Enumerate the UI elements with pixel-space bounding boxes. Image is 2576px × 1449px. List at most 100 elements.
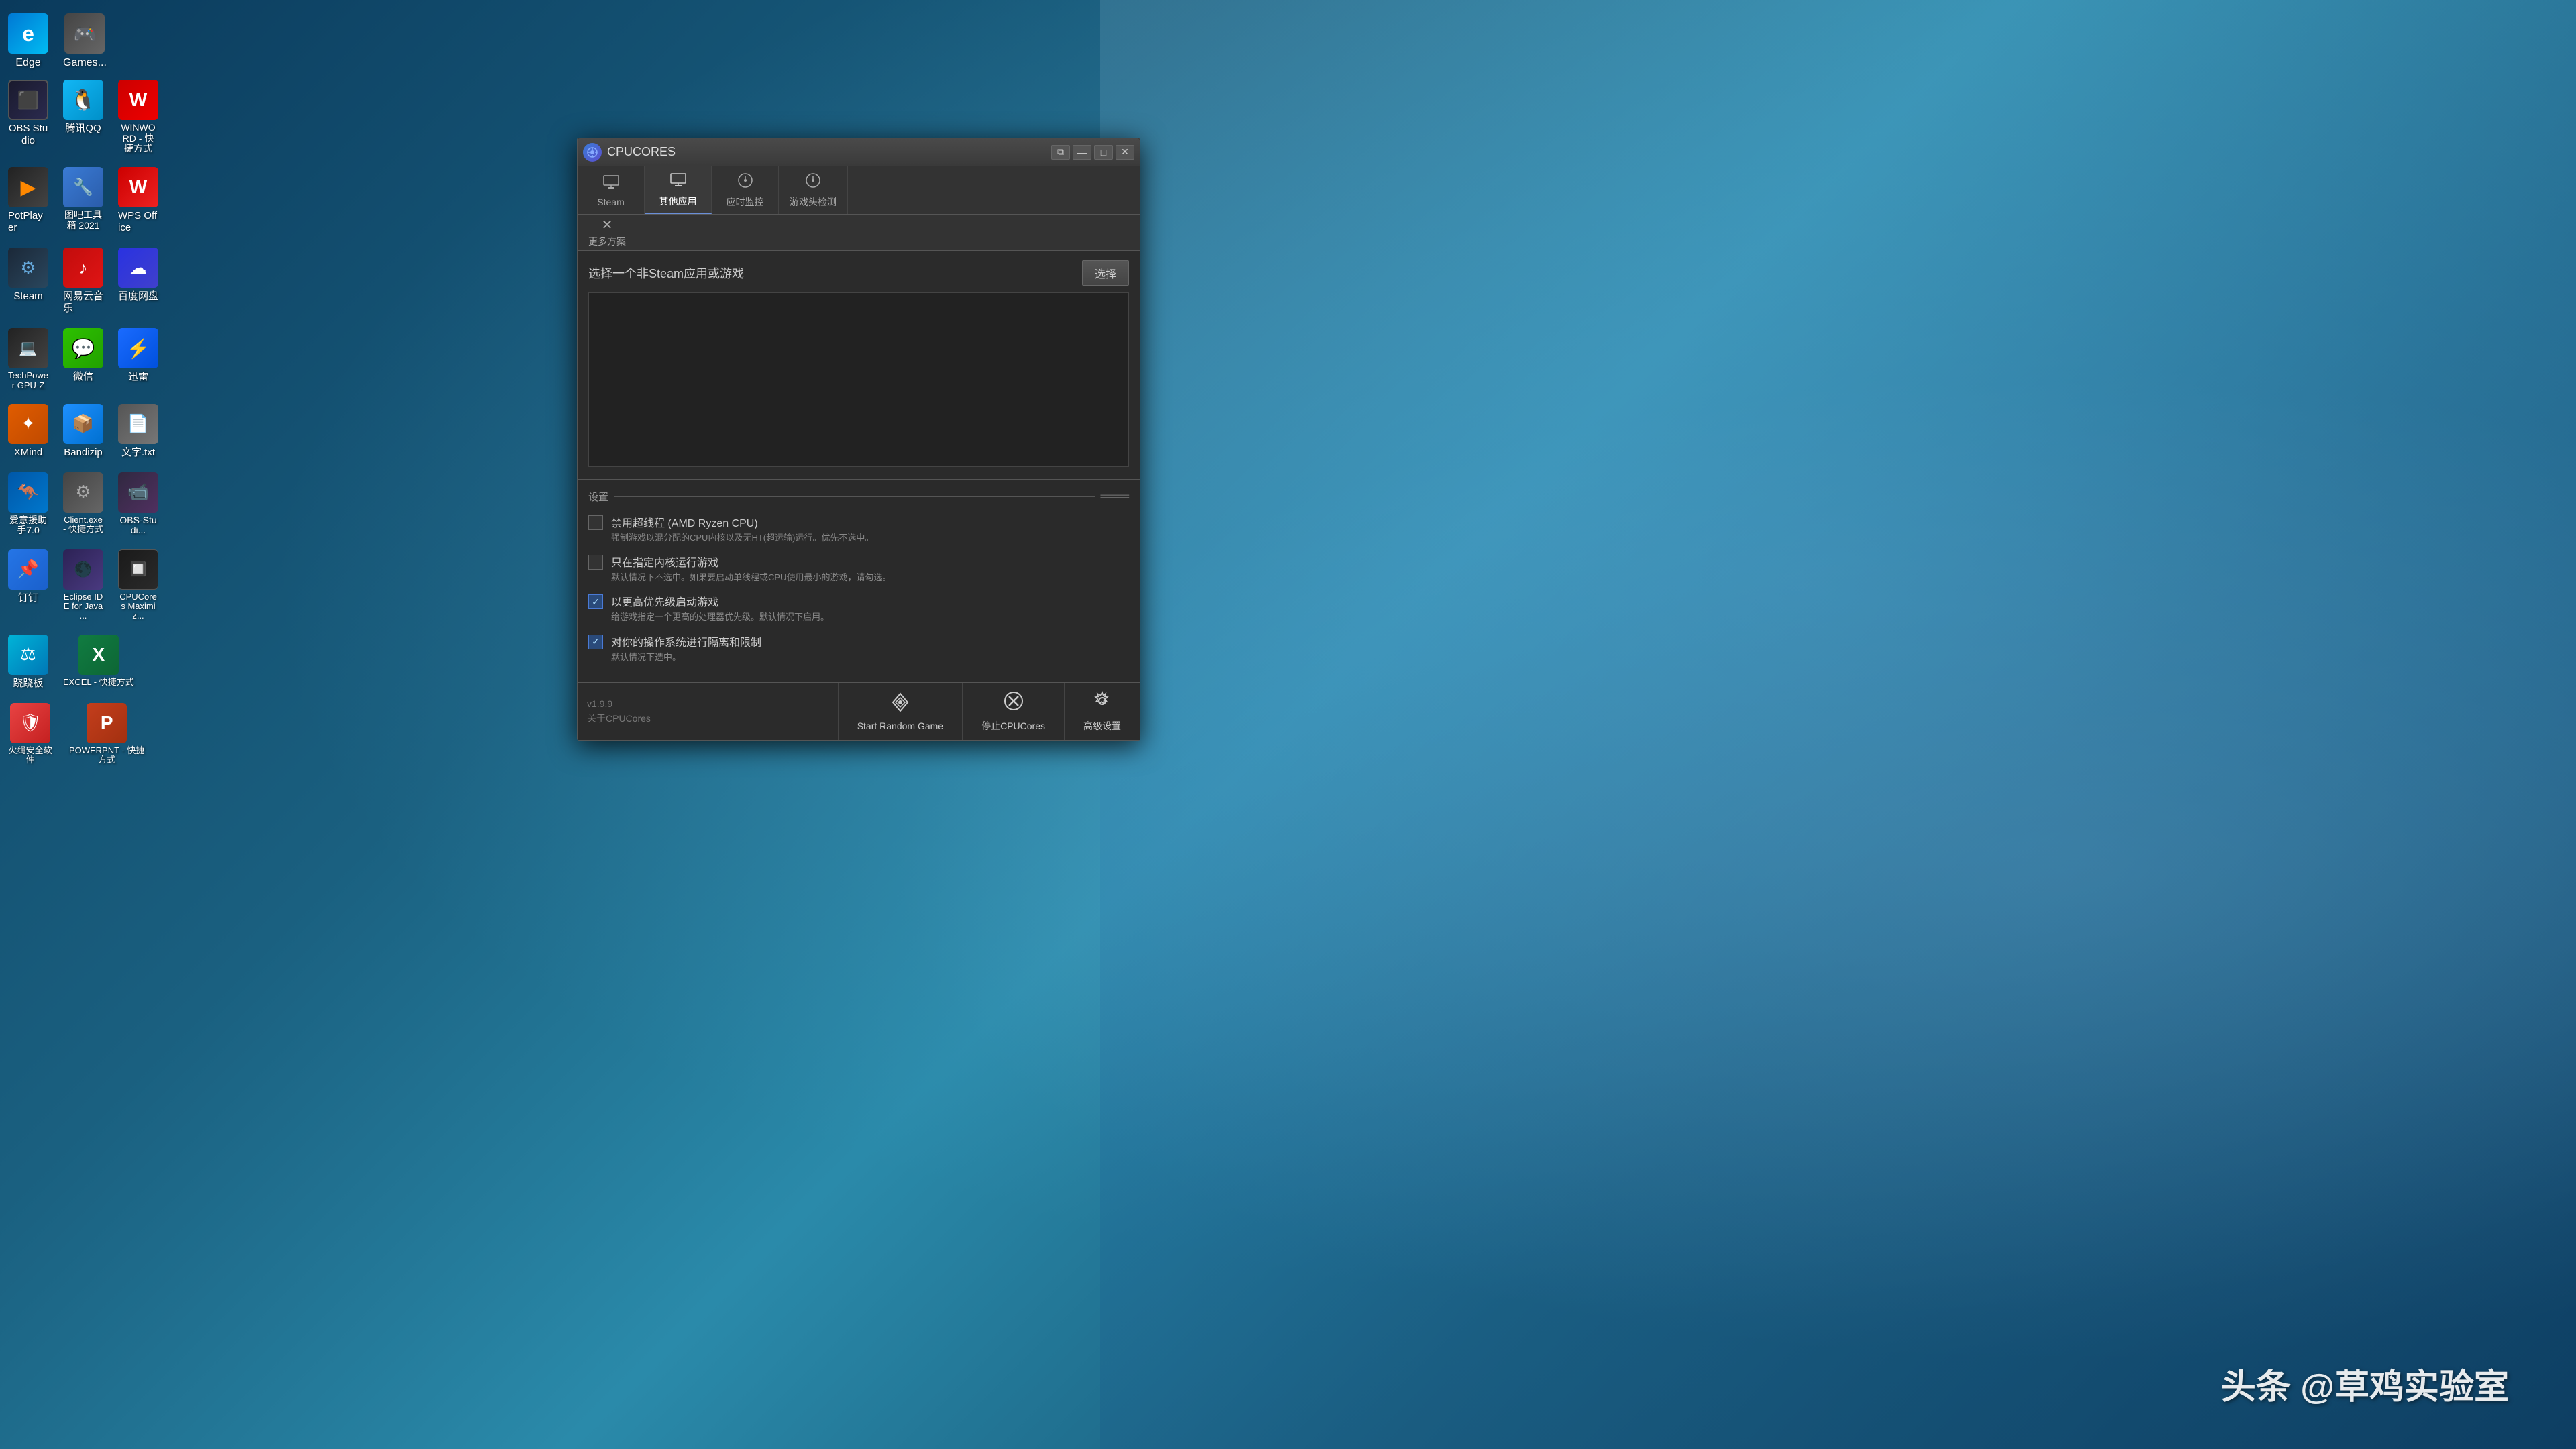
- desktop-icon-obs2[interactable]: 📹 OBS-Studi...: [114, 468, 162, 540]
- tab-other-apps[interactable]: 其他应用: [645, 166, 712, 214]
- techpow-icon: 💻: [8, 328, 48, 368]
- desktop-icon-techpow[interactable]: 💻 TechPower GPU-Z: [4, 324, 52, 394]
- setting-isolate-title: 对你的操作系统进行隔离和限制: [611, 633, 1129, 649]
- settings-separator-icon: ═══: [1100, 489, 1129, 504]
- games-label: Games...: [63, 56, 107, 69]
- wechat-icon: 💬: [63, 328, 103, 368]
- tab-more-plans-label: 更多方案: [588, 235, 626, 248]
- about-text: 关于CPUCores: [587, 711, 828, 726]
- qq-icon: 🐧: [63, 80, 103, 120]
- desktop-icon-eclipse[interactable]: 🌑 Eclipse IDE for Java ...: [59, 545, 107, 625]
- xmind-icon: ✦: [8, 404, 48, 444]
- minimize-button[interactable]: —: [1073, 145, 1091, 160]
- tab-other-apps-label: 其他应用: [659, 195, 697, 208]
- settings-divider: [614, 496, 1095, 497]
- tab-more-plans[interactable]: ✕ 更多方案: [578, 215, 637, 250]
- excel-label: EXCEL - 快捷方式: [63, 678, 134, 687]
- setting-disable-ht-title: 禁用超线程 (AMD Ryzen CPU): [611, 514, 1129, 530]
- start-random-icon: [889, 691, 912, 718]
- tab-steam[interactable]: Steam: [578, 166, 645, 214]
- setting-disable-ht-desc: 强制游戏以混分配的CPU内核以及无HT(超运输)运行。优先不选中。: [611, 532, 1129, 544]
- secondary-tab-bar: ✕ 更多方案: [578, 215, 1140, 251]
- tab-detect-label: 游戏头检测: [790, 195, 837, 209]
- settings-area: 设置 ═══ 禁用超线程 (AMD Ryzen CPU) 强制游戏以混分配的CP…: [578, 479, 1140, 682]
- maximize-button[interactable]: □: [1094, 145, 1113, 160]
- cpucores-window: CPUCORES ⧉ — □ ✕ Steam: [577, 138, 1140, 741]
- tab-detect[interactable]: 游戏头检测: [779, 166, 848, 214]
- steam-app-icon: ⚙: [8, 248, 48, 288]
- desktop-icon-excel[interactable]: X EXCEL - 快捷方式: [59, 631, 138, 694]
- setting-kernel-only: 只在指定内核运行游戏 默认情况下不选中。如果要启动单线程或CPU使用最小的游戏，…: [588, 553, 1129, 584]
- setting-disable-ht: 禁用超线程 (AMD Ryzen CPU) 强制游戏以混分配的CPU内核以及无H…: [588, 514, 1129, 544]
- desktop-icon-client[interactable]: ⚙ Client.exe - 快捷方式: [59, 468, 107, 540]
- desktop-icon-qq[interactable]: 🐧 腾讯QQ: [59, 76, 107, 158]
- eclipse-icon: 🌑: [63, 549, 103, 590]
- steam-tab-icon: [602, 173, 620, 194]
- desktop-icon-huosuo[interactable]: 🛡 火绳安全软件: [4, 699, 56, 769]
- start-random-button[interactable]: Start Random Game: [838, 683, 962, 740]
- version-info: v1.9.9 关于CPUCores: [578, 683, 838, 740]
- desktop-icon-aiyiyuan[interactable]: 🦘 爱意援助手7.0: [4, 468, 52, 540]
- desktop-icon-powerpoint[interactable]: P POWERPNT - 快捷方式: [63, 699, 150, 769]
- checkbox-disable-ht[interactable]: [588, 515, 603, 530]
- potplayer-icon: ▶: [8, 167, 48, 207]
- cpucores-label: CPUCores Maximiz...: [118, 592, 158, 621]
- settings-label: 设置: [588, 490, 608, 504]
- desktop-icon-obs[interactable]: ⬛ OBS Studio: [4, 76, 52, 158]
- huosuo-label: 火绳安全软件: [8, 746, 52, 765]
- setting-high-priority: 以更高优先级启动游戏 给游戏指定一个更高的处理器优先级。默认情况下启用。: [588, 593, 1129, 623]
- bandizip-label: Bandizip: [64, 447, 103, 459]
- qiaotiaobi-icon: ⚖: [8, 635, 48, 675]
- desktop-icon-wechat[interactable]: 💬 微信: [59, 324, 107, 394]
- detect-tab-icon: [804, 172, 822, 193]
- restore-button[interactable]: ⧉: [1051, 145, 1070, 160]
- desktop-icon-txt[interactable]: 📄 文字.txt: [114, 400, 162, 463]
- desktop-icon-edge[interactable]: e Edge: [4, 9, 52, 73]
- desktop-icon-qiaotiaobi[interactable]: ⚖ 跷跷板: [4, 631, 52, 694]
- desktop-icon-bijiben[interactable]: 🔧 图吧工具箱 2021: [59, 163, 107, 238]
- select-button[interactable]: 选择: [1082, 260, 1129, 286]
- desktop-icon-wps[interactable]: W WPS Office: [114, 163, 162, 238]
- desktop-icon-wps-word[interactable]: W WINWORD - 快捷方式: [114, 76, 162, 158]
- close-button[interactable]: ✕: [1116, 145, 1134, 160]
- desktop-icons: e Edge 🎮 Games... ⬛ OBS Studio 🐧 腾讯QQ W …: [0, 0, 154, 1449]
- desktop-icon-163music[interactable]: ♪ 网易云音乐: [59, 244, 107, 319]
- desktop-icon-cpucores[interactable]: 🔲 CPUCores Maximiz...: [114, 545, 162, 625]
- tab-realtime[interactable]: 应时监控: [712, 166, 779, 214]
- client-label: Client.exe - 快捷方式: [63, 515, 103, 535]
- setting-high-priority-title: 以更高优先级启动游戏: [611, 593, 1129, 609]
- setting-isolate-text: 对你的操作系统进行隔离和限制 默认情况下选中。: [611, 633, 1129, 663]
- steam-label: Steam: [13, 290, 42, 303]
- bottom-bar: v1.9.9 关于CPUCores Start Random Game: [578, 682, 1140, 740]
- watermark: 头条 @草鸡实验室: [2221, 1358, 2509, 1409]
- tab-realtime-label: 应时监控: [727, 195, 764, 209]
- desktop-icon-games[interactable]: 🎮 Games...: [59, 9, 111, 73]
- desktop-icon-xunlei[interactable]: ⚡ 迅雷: [114, 324, 162, 394]
- stop-cpucores-button[interactable]: 停止CPUCores: [962, 683, 1064, 740]
- aiyiyuan-icon: 🦘: [8, 472, 48, 513]
- setting-kernel-only-text: 只在指定内核运行游戏 默认情况下不选中。如果要启动单线程或CPU使用最小的游戏，…: [611, 553, 1129, 584]
- desktop-icon-dingding[interactable]: 📌 钉钉: [4, 545, 52, 625]
- powerpoint-label: POWERPNT - 快捷方式: [67, 746, 146, 765]
- content-area: 选择一个非Steam应用或游戏 选择: [578, 251, 1140, 479]
- games-icon: 🎮: [64, 13, 105, 54]
- desktop-icon-baidu[interactable]: ☁ 百度网盘: [114, 244, 162, 319]
- water-effect: [1100, 0, 2576, 1449]
- game-list-area: [588, 292, 1129, 467]
- setting-kernel-only-desc: 默认情况下不选中。如果要启动单线程或CPU使用最小的游戏，请勾选。: [611, 572, 1129, 584]
- advanced-settings-button[interactable]: 高级设置: [1064, 683, 1140, 740]
- checkbox-isolate[interactable]: [588, 635, 603, 649]
- non-steam-header: 选择一个非Steam应用或游戏 选择: [588, 260, 1129, 286]
- txt-label: 文字.txt: [121, 447, 155, 459]
- checkbox-kernel-only[interactable]: [588, 555, 603, 570]
- desktop-icon-steam[interactable]: ⚙ Steam: [4, 244, 52, 319]
- setting-isolate: 对你的操作系统进行隔离和限制 默认情况下选中。: [588, 633, 1129, 663]
- xmind-label: XMind: [14, 447, 43, 459]
- potplayer-label: PotPlayer: [8, 210, 48, 234]
- desktop-icon-bandizip[interactable]: 📦 Bandizip: [59, 400, 107, 463]
- desktop-icon-xmind[interactable]: ✦ XMind: [4, 400, 52, 463]
- stop-label: 停止CPUCores: [981, 719, 1045, 733]
- desktop-icon-potplayer[interactable]: ▶ PotPlayer: [4, 163, 52, 238]
- setting-high-priority-text: 以更高优先级启动游戏 给游戏指定一个更高的处理器优先级。默认情况下启用。: [611, 593, 1129, 623]
- checkbox-high-priority[interactable]: [588, 594, 603, 609]
